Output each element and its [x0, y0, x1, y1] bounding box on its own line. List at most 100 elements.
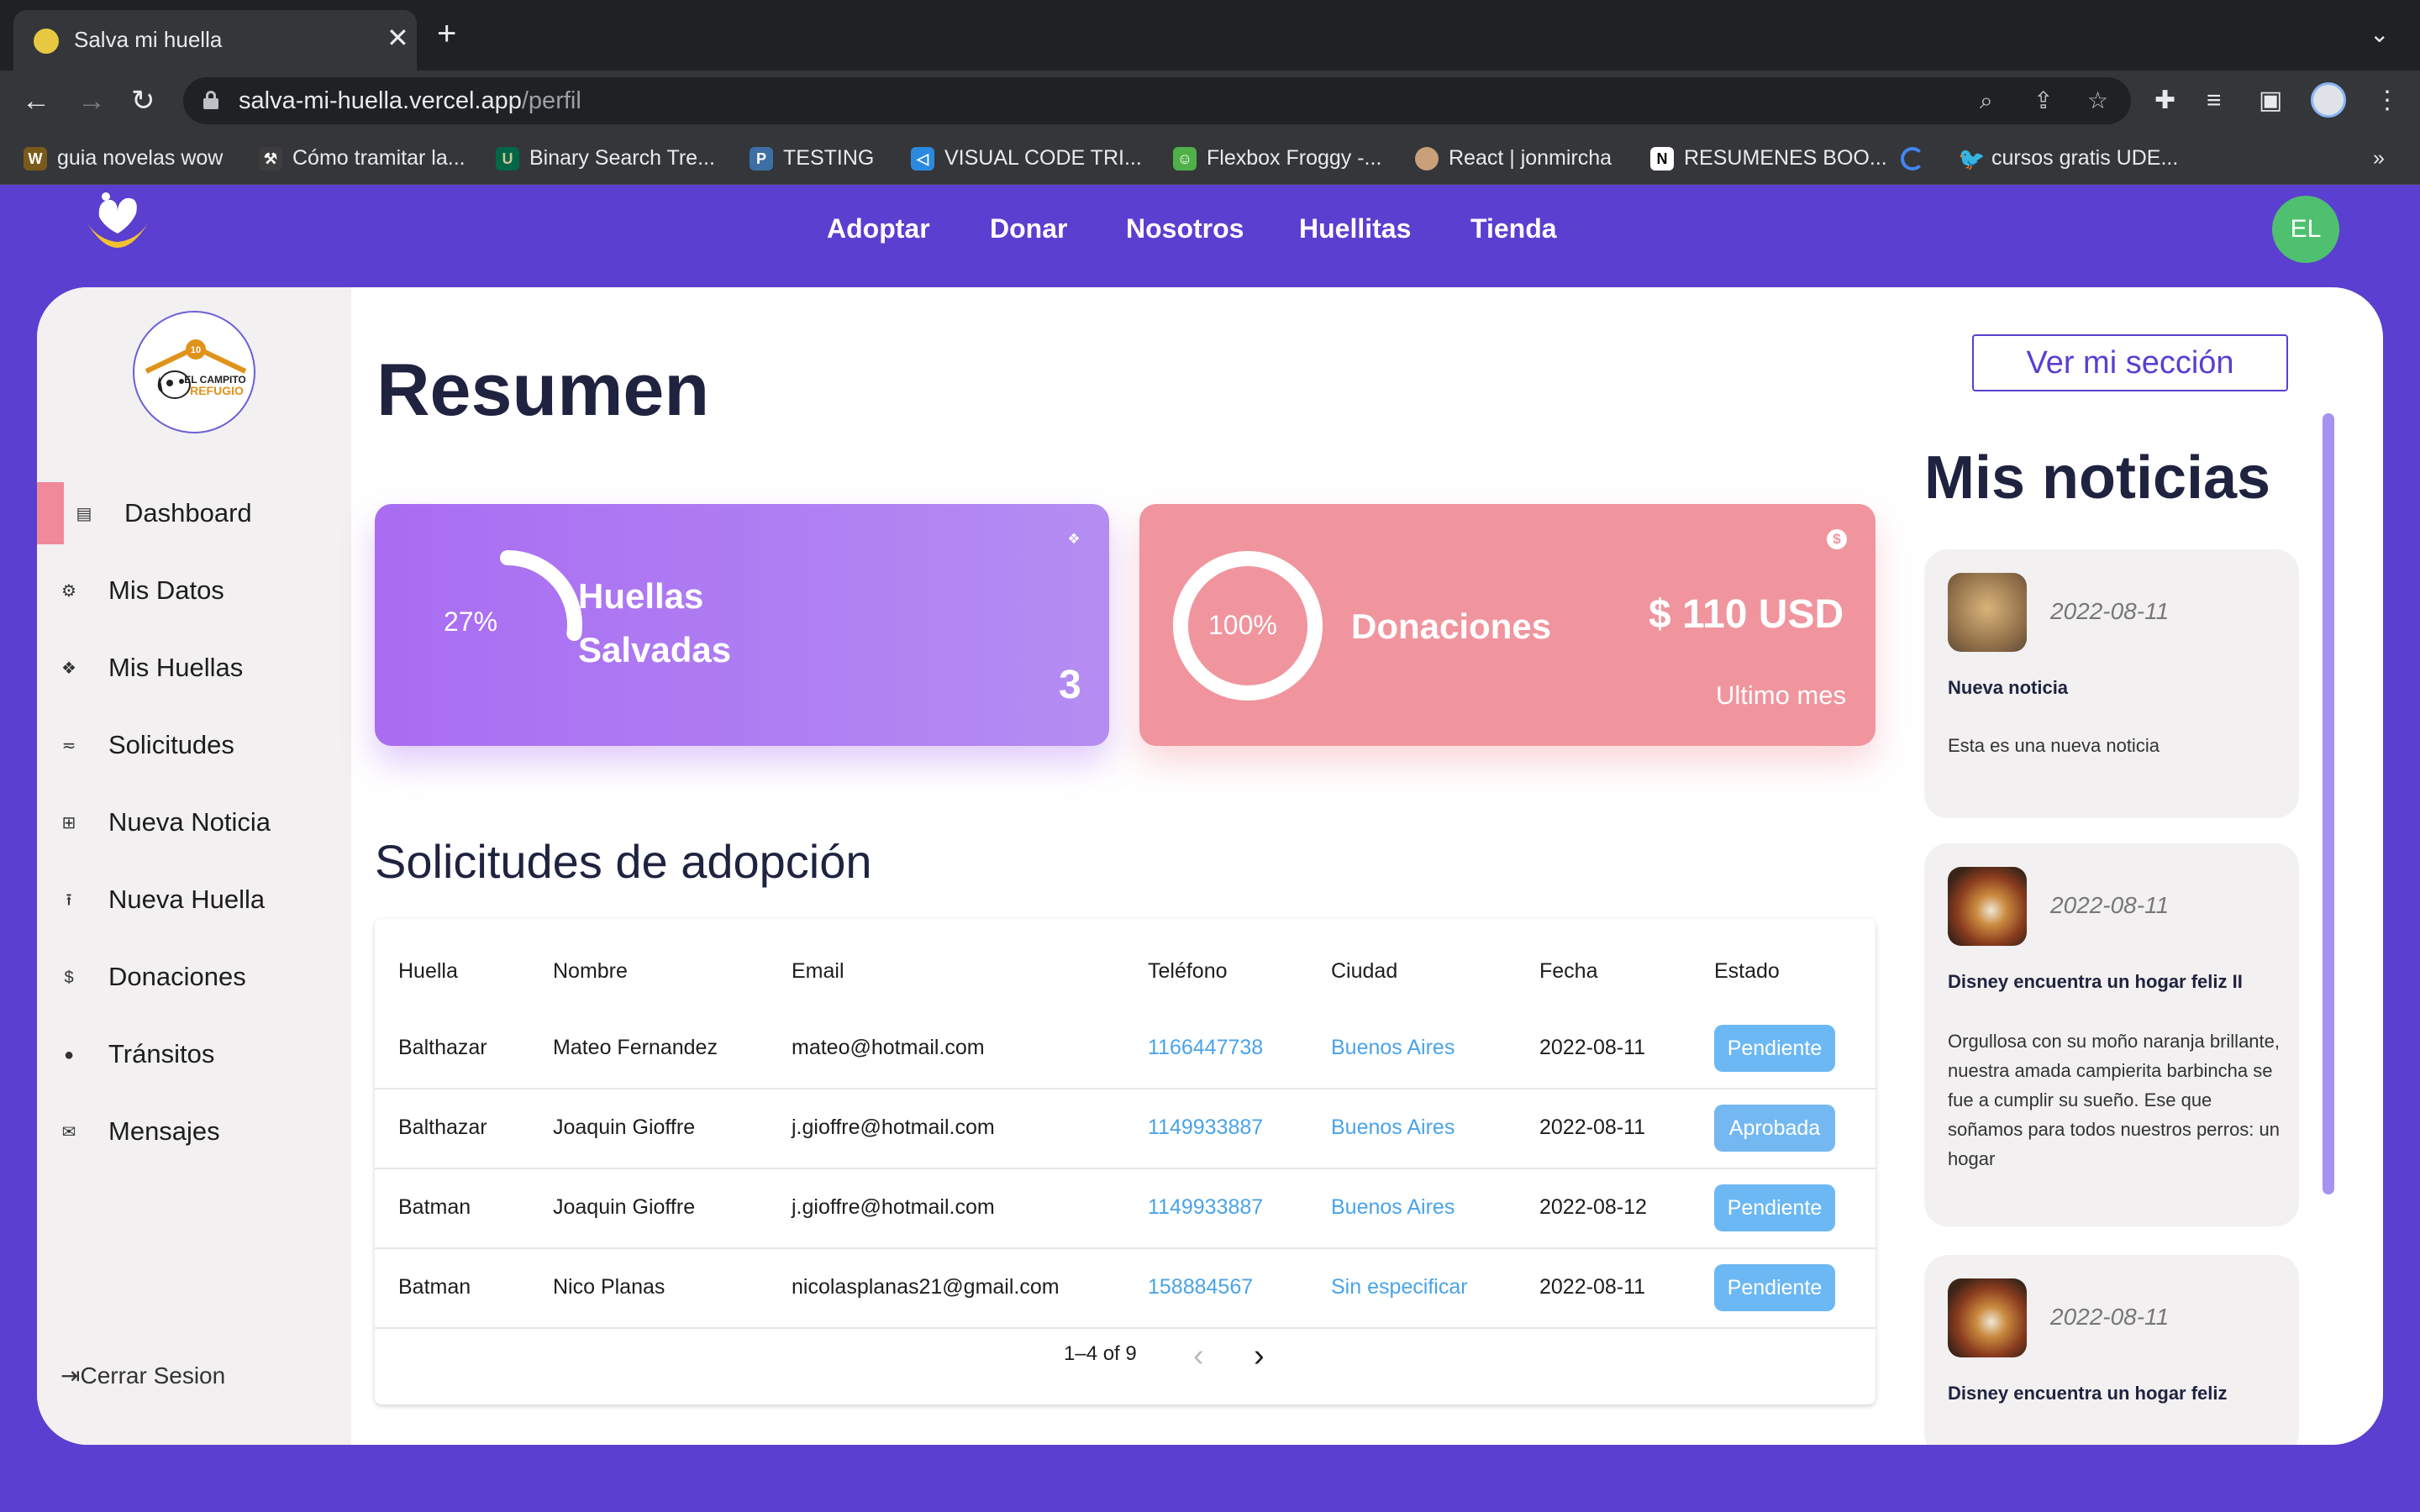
- reload-icon[interactable]: ↻: [131, 84, 155, 118]
- table-row[interactable]: Batman Nico Planas nicolasplanas21@gmail…: [375, 1249, 1876, 1329]
- loading-icon: [1901, 147, 1924, 171]
- news-card[interactable]: 2022-08-11 Disney encuentra un hogar fel…: [1924, 843, 2299, 1226]
- bookmark-label: React | jonmircha: [1449, 146, 1612, 170]
- sidebar-item-nueva-noticia[interactable]: ⊞ Nueva Noticia: [37, 791, 351, 853]
- cell-ciudad-link[interactable]: Sin especificar: [1331, 1273, 1468, 1300]
- more-bookmarks-icon[interactable]: »: [2373, 143, 2385, 173]
- sidebar-item-dashboard[interactable]: ▤ Dashboard: [37, 482, 351, 544]
- bookmark-item[interactable]: ◁ VISUAL CODE TRI...: [911, 143, 1142, 173]
- logout-label: Cerrar Sesion: [80, 1362, 226, 1389]
- bookmark-item[interactable]: P TESTING: [750, 143, 874, 173]
- cell-fecha: 2022-08-11: [1539, 1036, 1646, 1059]
- zoom-icon[interactable]: ⌕: [1980, 87, 1993, 114]
- bookmark-item[interactable]: ⚒ Cómo tramitar la...: [259, 143, 466, 173]
- status-badge[interactable]: Pendiente: [1714, 1025, 1835, 1072]
- column-header[interactable]: Email: [792, 958, 844, 984]
- bookmark-item[interactable]: 🐦 cursos gratis UDE...: [1958, 143, 2178, 173]
- bookmark-item[interactable]: [1901, 143, 1934, 173]
- nav-huellitas[interactable]: Huellitas: [1299, 212, 1411, 245]
- file-plus-icon: ⊞: [61, 814, 76, 832]
- news-thumbnail: [1948, 573, 2027, 652]
- nav-adoptar[interactable]: Adoptar: [827, 212, 930, 245]
- column-header[interactable]: Fecha: [1539, 958, 1597, 984]
- cell-telefono-link[interactable]: 158884567: [1148, 1273, 1253, 1300]
- more-menu-icon[interactable]: ⋮: [2375, 86, 2400, 116]
- requests-title: Solicitudes de adopción: [375, 835, 872, 888]
- sidebar-item-donaciones[interactable]: $ Donaciones: [37, 946, 351, 1008]
- wow-icon: W: [24, 147, 47, 171]
- cell-ciudad-link[interactable]: Buenos Aires: [1331, 1194, 1455, 1221]
- page-title: Resumen: [376, 348, 710, 431]
- cell-ciudad-link[interactable]: Buenos Aires: [1331, 1114, 1455, 1141]
- news-thumbnail: [1948, 867, 2027, 946]
- cell-ciudad-link[interactable]: Buenos Aires: [1331, 1034, 1455, 1061]
- sidebar-item-transitos[interactable]: ● Tránsitos: [37, 1023, 351, 1085]
- column-header[interactable]: Estado: [1714, 958, 1780, 984]
- logo-icon[interactable]: [81, 192, 155, 262]
- site-favicon-icon: [34, 29, 59, 54]
- logout-button[interactable]: ⇥Cerrar Sesion: [60, 1361, 225, 1391]
- previous-page-icon[interactable]: ‹: [1193, 1339, 1204, 1373]
- bookmark-item[interactable]: ☺ Flexbox Froggy -...: [1173, 143, 1381, 173]
- side-panel-icon[interactable]: ▣: [2259, 86, 2282, 116]
- nav-nosotros[interactable]: Nosotros: [1126, 212, 1244, 245]
- nav-tienda[interactable]: Tienda: [1470, 212, 1557, 245]
- bookmark-item[interactable]: Wguia novelas wow: [24, 143, 223, 173]
- user-avatar[interactable]: EL: [2272, 196, 2339, 263]
- dollar-icon: $: [64, 969, 74, 987]
- sidebar-item-mis-datos[interactable]: ⚙ Mis Datos: [37, 559, 351, 622]
- column-header[interactable]: Ciudad: [1331, 958, 1397, 984]
- frog-icon: ☺: [1173, 147, 1197, 171]
- status-badge[interactable]: Pendiente: [1714, 1264, 1835, 1311]
- sidebar-item-solicitudes[interactable]: ≂ Solicitudes: [37, 714, 351, 776]
- sidebar-item-mis-huellas[interactable]: ❖ Mis Huellas: [37, 637, 351, 699]
- news-card[interactable]: 2022-08-11 Nueva noticia Esta es una nue…: [1924, 549, 2299, 818]
- tab-search-chevron-icon[interactable]: ⌄: [2370, 20, 2389, 48]
- column-header[interactable]: Teléfono: [1148, 958, 1228, 984]
- forward-icon[interactable]: →: [77, 84, 106, 118]
- cell-telefono-link[interactable]: 1149933887: [1148, 1114, 1263, 1141]
- bookmark-item[interactable]: U Binary Search Tre...: [496, 143, 715, 173]
- ver-mi-seccion-button[interactable]: Ver mi sección: [1972, 334, 2288, 391]
- python-icon: P: [750, 147, 773, 171]
- cell-telefono-link[interactable]: 1149933887: [1148, 1194, 1263, 1221]
- news-card[interactable]: 2022-08-11 Disney encuentra un hogar fel…: [1924, 1255, 2299, 1445]
- next-page-icon[interactable]: ›: [1254, 1339, 1265, 1373]
- news-date: 2022-08-11: [2050, 1304, 2170, 1330]
- sidebar: 10 EL CAMPITO REFUGIO ▤ Dashboard ⚙ Mis Da…: [37, 287, 351, 1445]
- cell-telefono-link[interactable]: 1166447738: [1148, 1034, 1263, 1061]
- extensions-icon[interactable]: ✚: [2154, 86, 2175, 116]
- table-row[interactable]: Balthazar Joaquin Gioffre j.gioffre@hotm…: [375, 1089, 1876, 1169]
- lock-icon[interactable]: [203, 91, 218, 109]
- sidebar-item-nueva-huella[interactable]: ⭱ Nueva Huella: [37, 869, 351, 931]
- news-date: 2022-08-11: [2050, 598, 2170, 624]
- column-header[interactable]: Huella: [398, 958, 458, 984]
- chrome-profile-avatar[interactable]: [2311, 82, 2346, 118]
- url-text[interactable]: salva-mi-huella.vercel.app/perfil: [239, 86, 581, 116]
- new-tab-icon[interactable]: +: [437, 17, 456, 50]
- browser-tab[interactable]: Salva mi huella ✕: [13, 10, 417, 71]
- sidebar-item-label: Tránsitos: [108, 1039, 215, 1068]
- nav-donar[interactable]: Donar: [990, 212, 1067, 245]
- news-item-title: Disney encuentra un hogar feliz: [1948, 1383, 2228, 1404]
- bookmark-item[interactable]: React | jonmircha: [1415, 143, 1612, 173]
- sidebar-item-mensajes[interactable]: ✉ Mensajes: [37, 1100, 351, 1163]
- bookmark-label: Binary Search Tre...: [529, 146, 715, 170]
- status-badge[interactable]: Aprobada: [1714, 1105, 1835, 1152]
- share-icon[interactable]: ⇪: [2033, 87, 2053, 114]
- close-tab-icon[interactable]: ✕: [387, 22, 409, 54]
- column-header[interactable]: Nombre: [553, 958, 628, 984]
- cell-fecha: 2022-08-11: [1539, 1116, 1646, 1139]
- table-row[interactable]: Batman Joaquin Gioffre j.gioffre@hotmail…: [375, 1169, 1876, 1249]
- cell-nombre: Nico Planas: [553, 1275, 666, 1299]
- status-badge[interactable]: Pendiente: [1714, 1184, 1835, 1231]
- media-icon[interactable]: ≡: [2207, 86, 2222, 116]
- cell-nombre: Mateo Fernandez: [553, 1036, 718, 1059]
- bookmark-item[interactable]: N RESUMENES BOO...: [1650, 143, 1887, 173]
- bookmark-star-icon[interactable]: ☆: [2087, 87, 2108, 114]
- news-item-body: Orgullosa con su moño naranja brillante,…: [1948, 1031, 2281, 1169]
- news-scrollbar[interactable]: [2323, 413, 2334, 1194]
- back-icon[interactable]: ←: [22, 84, 50, 118]
- usf-icon: U: [496, 147, 519, 171]
- table-row[interactable]: Balthazar Mateo Fernandez mateo@hotmail.…: [375, 1010, 1876, 1089]
